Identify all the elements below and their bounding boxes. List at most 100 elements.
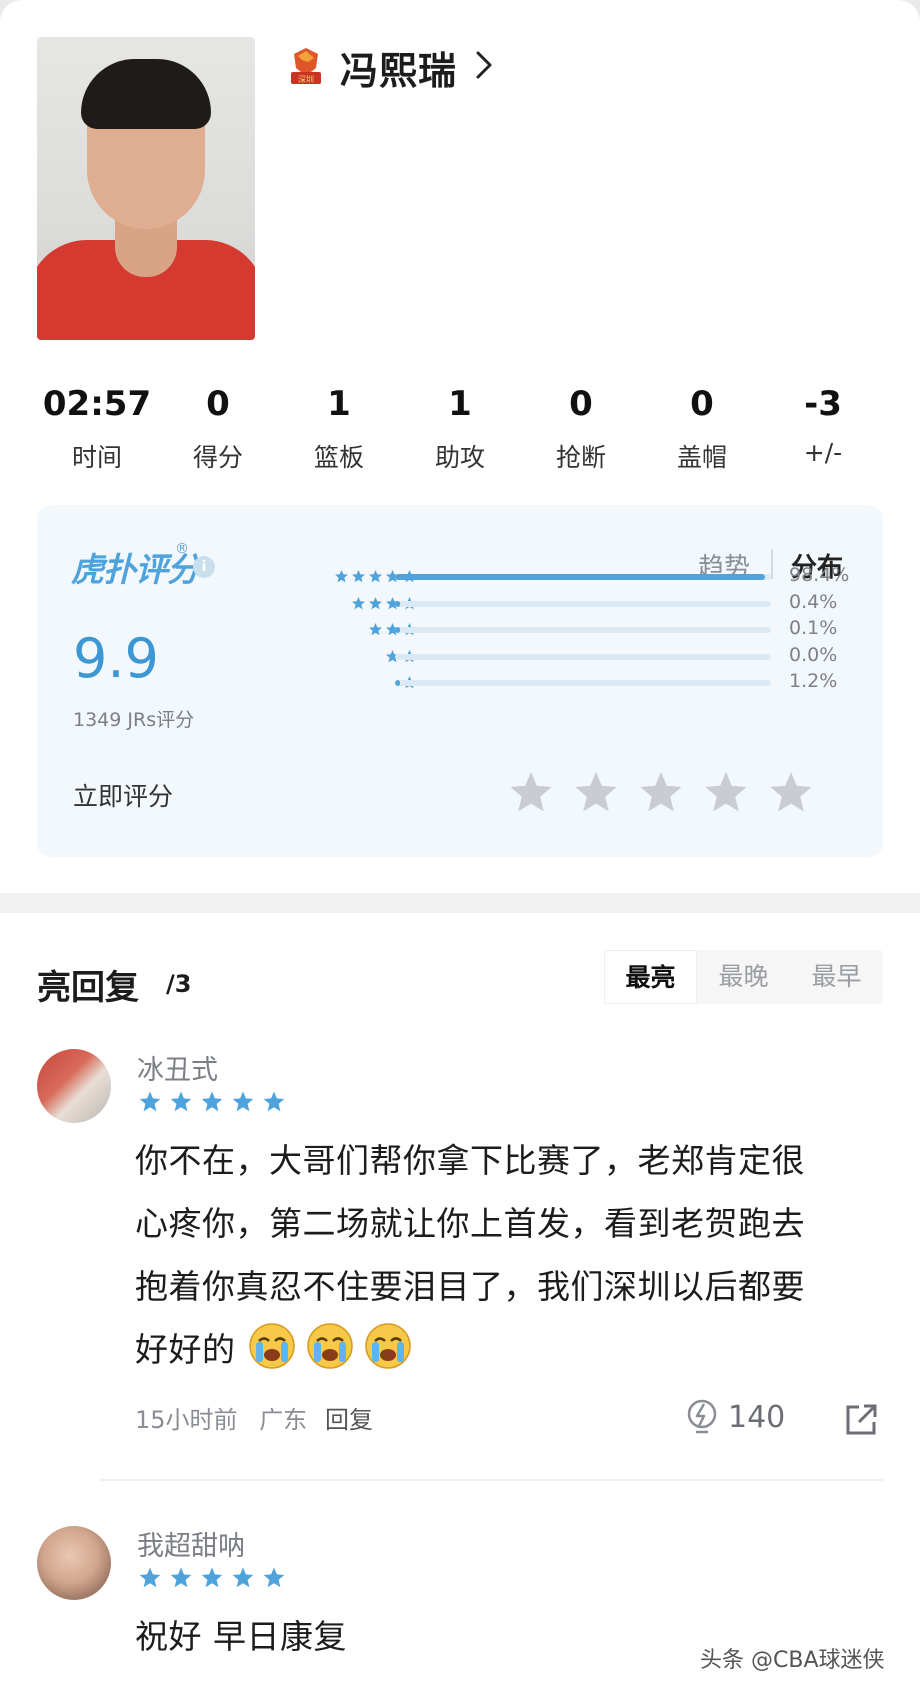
stat-value: 1 xyxy=(448,384,472,424)
player-name[interactable]: 冯熙瑞 xyxy=(340,40,457,95)
stat-label: 篮板 xyxy=(313,443,364,472)
star-icon xyxy=(232,1567,254,1588)
distribution-row-4-star: 0.4% xyxy=(247,590,887,614)
emoji-group xyxy=(247,1323,421,1369)
player-rating-page: 深圳 冯熙瑞 02:57 时间 0 得分 1 篮板 1 助攻 0 抢断 0 盖帽 xyxy=(0,0,920,1692)
comment-line: 抱着你真忍不住要泪目了，我们深圳以后都要 xyxy=(135,1267,805,1306)
comment-star-rating xyxy=(138,1566,286,1592)
rate-star-5-icon[interactable] xyxy=(767,769,815,817)
distribution-bar-fill xyxy=(395,680,400,686)
star-icon xyxy=(335,569,348,583)
stats-row: 02:57 时间 0 得分 1 篮板 1 助攻 0 抢断 0 盖帽 -3 +/- xyxy=(37,382,883,472)
rate-star-3-icon[interactable] xyxy=(637,769,685,817)
comment-line: 好好的 xyxy=(135,1330,236,1369)
crying-face-icon xyxy=(306,1323,353,1369)
comment-line: 你不在，大哥们帮你拿下比赛了，老郑肯定很 xyxy=(135,1141,805,1180)
star-icon xyxy=(369,622,382,636)
star-icon xyxy=(369,569,382,583)
comment-star-rating xyxy=(138,1090,286,1116)
avatar[interactable] xyxy=(37,1526,111,1600)
share-icon[interactable] xyxy=(843,1402,879,1438)
replies-count: /3 xyxy=(166,970,192,998)
distribution-bar-track xyxy=(395,653,771,660)
stat-label: +/- xyxy=(803,438,843,467)
star-icon xyxy=(263,1091,285,1112)
rate-now-label: 立即评分 xyxy=(73,782,174,811)
comment-username[interactable]: 冰丑式 xyxy=(137,1048,218,1087)
distribution-bar-fill xyxy=(395,574,765,580)
comment-location: 广东 xyxy=(259,1406,308,1434)
rate-star-1-icon[interactable] xyxy=(507,769,555,817)
stat-value: 0 xyxy=(690,384,714,424)
stat-value: 0 xyxy=(206,384,230,424)
distribution-bar-fill xyxy=(395,627,400,633)
distribution-bar-track xyxy=(395,600,771,607)
stat-label: 抢断 xyxy=(555,443,606,472)
rating-card: 虎扑评分 ® i 趋势 分布 9.9 1349 JRs评分 98.4% 0.4% 0… xyxy=(37,505,883,857)
average-score: 9.9 xyxy=(73,627,159,690)
distribution-percent: 0.1% xyxy=(789,617,838,639)
comment-line-last: 好好的 xyxy=(135,1318,875,1381)
stat-blocks: 0 盖帽 xyxy=(642,382,762,474)
star-icon xyxy=(170,1567,192,1588)
distribution-row-5-star: 98.4% xyxy=(247,564,887,587)
distribution-percent: 1.2% xyxy=(789,670,838,692)
distribution-bar-track xyxy=(395,627,771,633)
stat-points: 0 得分 xyxy=(158,382,278,474)
player-photo xyxy=(37,37,255,340)
replies-title: 亮回复 xyxy=(37,968,139,1008)
sort-tab-brightest[interactable]: 最亮 xyxy=(604,950,697,1004)
rate-star-4-icon[interactable] xyxy=(702,769,750,817)
stat-value: -3 xyxy=(804,384,842,424)
avatar[interactable] xyxy=(37,1049,111,1123)
light-count: 140 xyxy=(728,1400,786,1435)
distribution-bar-track xyxy=(395,574,771,580)
stat-assists: 1 助攻 xyxy=(400,382,520,474)
comment-divider xyxy=(100,1479,883,1481)
distribution-percent: 98.4% xyxy=(789,564,850,586)
star-icon xyxy=(263,1567,285,1588)
star-icon xyxy=(201,1567,223,1588)
reply-button[interactable]: 回复 xyxy=(325,1400,373,1435)
crying-face-icon xyxy=(248,1323,295,1369)
star-icon xyxy=(352,569,365,583)
distribution-bar-track xyxy=(395,680,771,686)
stat-time: 02:57 时间 xyxy=(37,382,157,474)
comment-username[interactable]: 我超甜呐 xyxy=(137,1524,245,1563)
comment-text: 你不在，大哥们帮你拿下比赛了，老郑肯定很 心疼你，第二场就让你上首发，看到老贺跑… xyxy=(135,1129,875,1381)
light-bulb-icon[interactable] xyxy=(684,1398,720,1438)
star-icon xyxy=(352,596,365,609)
stat-steals: 0 抢断 xyxy=(521,382,641,474)
crying-face-icon xyxy=(364,1323,411,1369)
watermark: 头条 @CBA球迷侠 xyxy=(700,1648,885,1673)
vote-count: 1349 JRs评分 xyxy=(73,709,195,731)
star-icon xyxy=(201,1091,223,1112)
stat-label: 得分 xyxy=(192,443,243,472)
sort-tab-latest[interactable]: 最晚 xyxy=(697,950,790,1004)
star-icon xyxy=(139,1567,161,1588)
stat-value: 02:57 xyxy=(42,384,152,424)
chevron-right-icon[interactable] xyxy=(472,48,496,82)
stat-plus-minus: -3 +/- xyxy=(763,382,883,467)
team-logo-text: 深圳 xyxy=(298,74,314,84)
registered-mark: ® xyxy=(175,541,189,557)
comment-line: 心疼你，第二场就让你上首发，看到老贺跑去 xyxy=(135,1204,805,1243)
star-icon xyxy=(170,1091,192,1112)
sort-tabs: 最亮 最晚 最早 xyxy=(604,950,883,1004)
stat-rebounds: 1 篮板 xyxy=(279,382,399,474)
distribution-percent: 0.4% xyxy=(789,590,838,613)
distribution-bar-fill xyxy=(395,600,400,607)
rate-stars xyxy=(507,769,837,819)
distribution-row-2-star: 0.0% xyxy=(247,643,887,667)
star-icon xyxy=(232,1091,254,1112)
team-logo-icon: 深圳 xyxy=(291,48,321,84)
stat-value: 0 xyxy=(569,384,593,424)
sort-tab-earliest[interactable]: 最早 xyxy=(790,950,883,1004)
stat-label: 助攻 xyxy=(434,443,485,472)
comment-time: 15小时前 xyxy=(135,1406,238,1434)
star-icon xyxy=(369,596,382,609)
info-icon[interactable]: i xyxy=(193,556,215,578)
distribution-percent: 0.0% xyxy=(789,643,838,666)
rate-star-2-icon[interactable] xyxy=(572,769,620,817)
stat-value: 1 xyxy=(327,384,351,424)
